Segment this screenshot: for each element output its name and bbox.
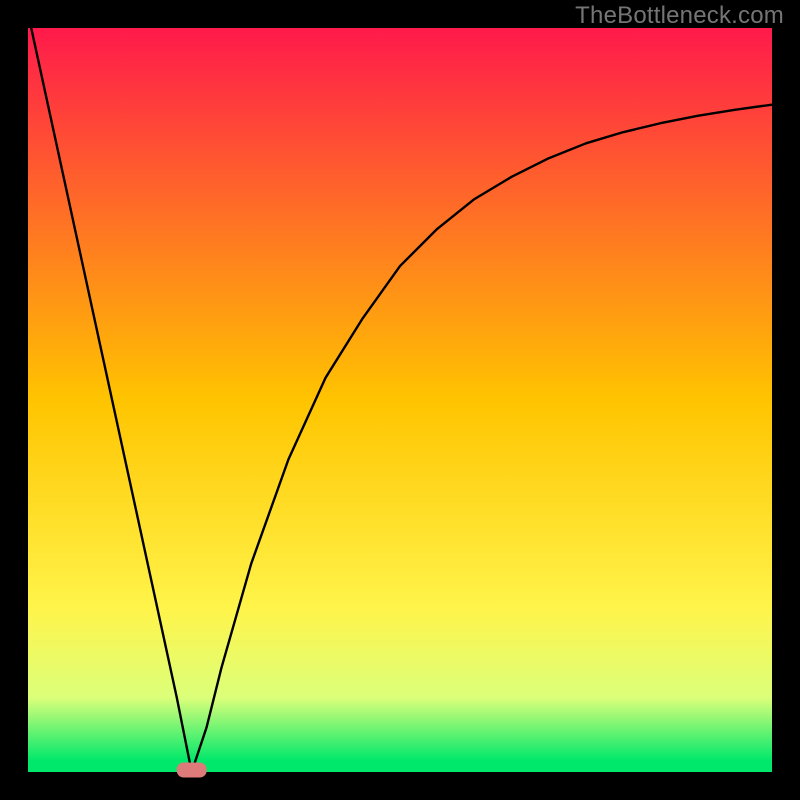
bottleneck-chart — [0, 0, 800, 800]
chart-container: TheBottleneck.com — [0, 0, 800, 800]
watermark-text: TheBottleneck.com — [575, 2, 784, 30]
optimal-point-marker — [177, 763, 207, 778]
plot-background — [28, 28, 772, 772]
